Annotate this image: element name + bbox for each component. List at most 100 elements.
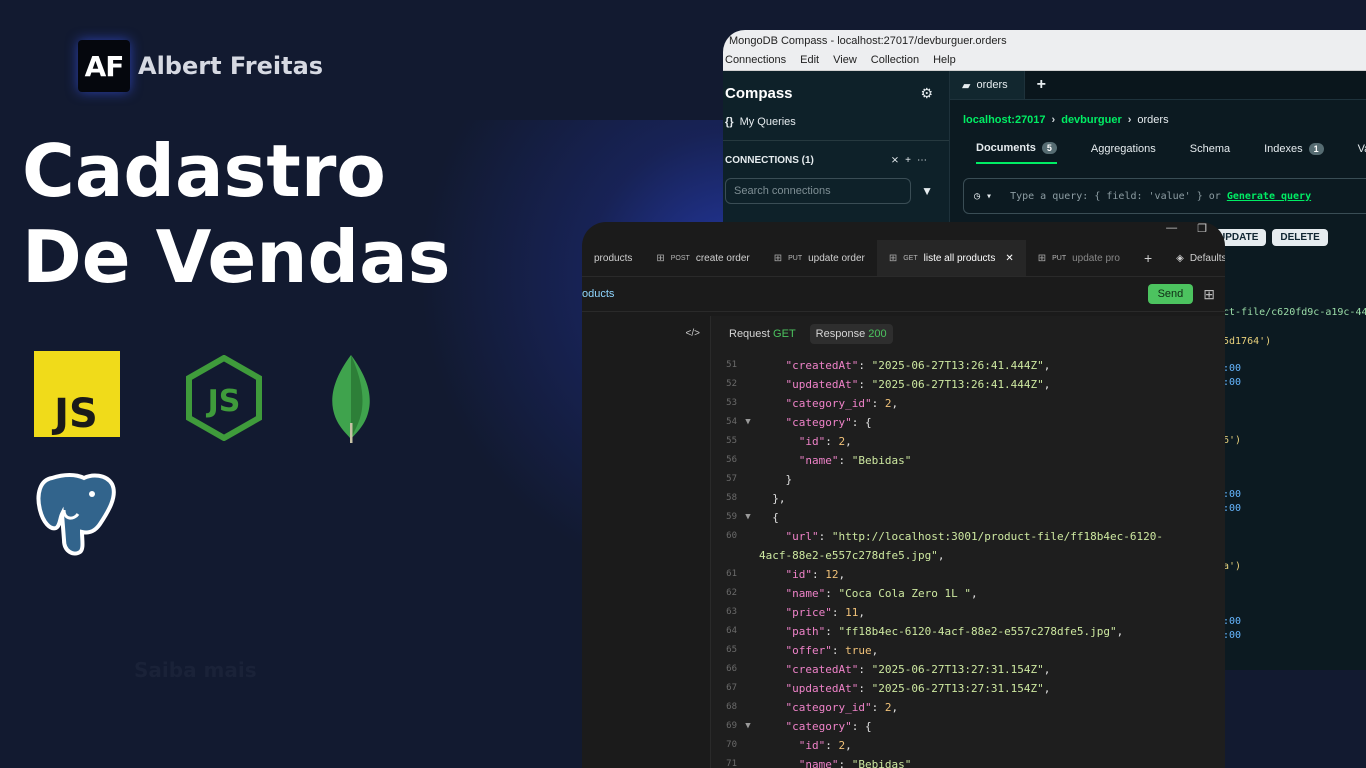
doc-fragment: 6') — [1223, 435, 1242, 446]
tab-indexes[interactable]: Indexes 1 — [1264, 142, 1324, 164]
compass-sidebar-title: Compass — [725, 85, 793, 102]
doc-fragment: :00 — [1223, 489, 1242, 500]
add-connection-icon[interactable]: + — [905, 155, 917, 166]
tab-request[interactable]: Request GET — [723, 324, 802, 344]
code-line: 70 "id": 2, — [711, 736, 1225, 755]
request-icon: ⊞ — [1037, 252, 1047, 264]
tab-documents-label: Documents — [976, 142, 1036, 154]
code-text: "category_id": 2, — [785, 397, 899, 410]
line-number — [711, 546, 737, 565]
request-tab-active[interactable]: ⊞ GET liste all products ✕ — [876, 240, 1026, 276]
tab-schema[interactable]: Schema — [1190, 142, 1230, 164]
tab-validation-label: Validation — [1357, 143, 1366, 155]
close-icon[interactable]: ✕ — [1005, 253, 1013, 264]
request-tab-label: update order — [808, 252, 865, 264]
url-text[interactable]: oducts — [582, 288, 614, 300]
code-text: "name": "Coca Cola Zero 1L ", — [785, 587, 978, 600]
new-tab-button[interactable]: + — [1025, 76, 1058, 94]
code-line: 53 "category_id": 2, — [711, 394, 1225, 413]
chevron-right-icon: › — [1127, 114, 1132, 126]
my-queries-link[interactable]: {} My Queries — [723, 102, 949, 141]
code-text: "category": { — [785, 416, 872, 429]
menu-help[interactable]: Help — [931, 52, 958, 70]
response-body[interactable]: 51 "createdAt": "2025-06-27T13:26:41.444… — [711, 352, 1225, 768]
line-number: 57 — [726, 474, 737, 484]
generate-query-link[interactable]: Generate query — [1227, 191, 1311, 202]
fold-toggle-icon[interactable]: ▼ — [737, 508, 759, 527]
doc-fragment: a') — [1223, 561, 1242, 572]
layout-icon[interactable]: ⊞ — [1203, 286, 1215, 303]
line-number: 71 — [726, 759, 737, 768]
code-text: }, — [772, 492, 786, 505]
code-text: "updatedAt": "2025-06-27T13:27:31.154Z", — [785, 682, 1051, 695]
line-number: 65 — [726, 645, 737, 655]
request-tab-label: liste all products — [923, 252, 996, 264]
menu-connections[interactable]: Connections — [723, 52, 788, 70]
gear-icon[interactable]: ⚙ — [920, 85, 933, 102]
svg-text:JS: JS — [206, 384, 241, 419]
api-client-window: — ❐ products ⊞ POST create order ⊞ PUT updat… — [582, 222, 1225, 768]
request-tab[interactable]: products — [582, 240, 644, 276]
line-number: 56 — [726, 455, 737, 465]
menu-edit[interactable]: Edit — [798, 52, 821, 70]
more-icon[interactable]: ⋯ — [917, 155, 933, 166]
fold-toggle-icon[interactable]: ▼ — [737, 717, 759, 736]
tab-validation[interactable]: Validation — [1358, 142, 1366, 164]
maximize-icon[interactable]: ❐ — [1197, 222, 1207, 240]
delete-button[interactable]: DELETE — [1272, 229, 1328, 246]
menu-collection[interactable]: Collection — [869, 52, 921, 70]
query-bar[interactable]: ◷ ▾ Type a query: { field: 'value' } or … — [963, 178, 1366, 214]
code-line: 54 ▼ "category": { — [711, 413, 1225, 432]
fold-toggle-icon[interactable]: ▼ — [737, 413, 759, 432]
request-method-badge: GET — [773, 328, 796, 340]
code-text: "price": 11, — [785, 606, 865, 619]
tab-documents[interactable]: Documents 5 — [976, 142, 1057, 164]
code-text: "offer": true, — [785, 644, 879, 657]
add-tab-button[interactable]: + — [1132, 240, 1164, 276]
tab-aggregations[interactable]: Aggregations — [1091, 142, 1156, 164]
brand-logo: AF — [78, 40, 130, 92]
code-icon[interactable]: </> — [686, 328, 700, 339]
line-number: 55 — [726, 436, 737, 446]
doc-fragment: ct-file/c620fd9c-a19c-448 — [1223, 307, 1366, 318]
code-line: 61 "id": 12, — [711, 565, 1225, 584]
request-tab[interactable]: ⊞ PUT update order — [762, 240, 877, 276]
fold-gutter — [737, 698, 759, 717]
filter-icon[interactable]: ▼ — [921, 184, 933, 198]
send-button[interactable]: Send — [1147, 284, 1194, 304]
fold-gutter — [737, 660, 759, 679]
request-tabs: products ⊞ POST create order ⊞ PUT update or… — [582, 240, 1225, 277]
hero-title-line2: De Vendas — [22, 215, 451, 299]
menu-view[interactable]: View — [831, 52, 859, 70]
code-line: 4acf-88e2-e557c278dfe5.jpg", — [711, 546, 1225, 565]
svg-text:JS: JS — [51, 391, 98, 437]
tab-aggregations-label: Aggregations — [1090, 143, 1156, 155]
tab-orders[interactable]: ▰ orders — [950, 71, 1025, 99]
code-text: "url": "http://localhost:3001/product-fi… — [785, 530, 1164, 543]
fold-gutter — [737, 584, 759, 603]
breadcrumb-db[interactable]: devburguer — [1061, 114, 1122, 126]
environment-selector[interactable]: ◈ Defaults — [1164, 240, 1225, 276]
request-icon: ⊞ — [773, 252, 783, 264]
collapse-icon[interactable]: ⨯ — [891, 155, 905, 166]
fold-gutter — [737, 603, 759, 622]
minimize-icon[interactable]: — — [1166, 222, 1177, 240]
doc-fragment: :00 — [1223, 630, 1242, 641]
fold-gutter — [737, 451, 759, 470]
breadcrumb-host[interactable]: localhost:27017 — [963, 114, 1046, 126]
request-tab[interactable]: ⊞ PUT update pro — [1026, 240, 1132, 276]
code-text: "id": 12, — [785, 568, 846, 581]
line-number: 62 — [726, 588, 737, 598]
history-icon[interactable]: ◷ ▾ — [974, 191, 992, 202]
code-line: 68 "category_id": 2, — [711, 698, 1225, 717]
tab-response[interactable]: Response 200 — [809, 324, 893, 344]
code-text: "category": { — [785, 720, 872, 733]
code-line: 52 "updatedAt": "2025-06-27T13:26:41.444… — [711, 375, 1225, 394]
request-icon: ⊞ — [656, 252, 665, 264]
request-tab[interactable]: ⊞ POST create order — [644, 240, 761, 276]
compass-title: MongoDB Compass - localhost:27017/devbur… — [723, 30, 1366, 52]
line-number: 60 — [726, 531, 737, 541]
doc-fragment: :00 — [1223, 503, 1242, 514]
url-bar: oducts Send ⊞ — [582, 277, 1225, 312]
search-connections-input[interactable] — [725, 178, 912, 204]
